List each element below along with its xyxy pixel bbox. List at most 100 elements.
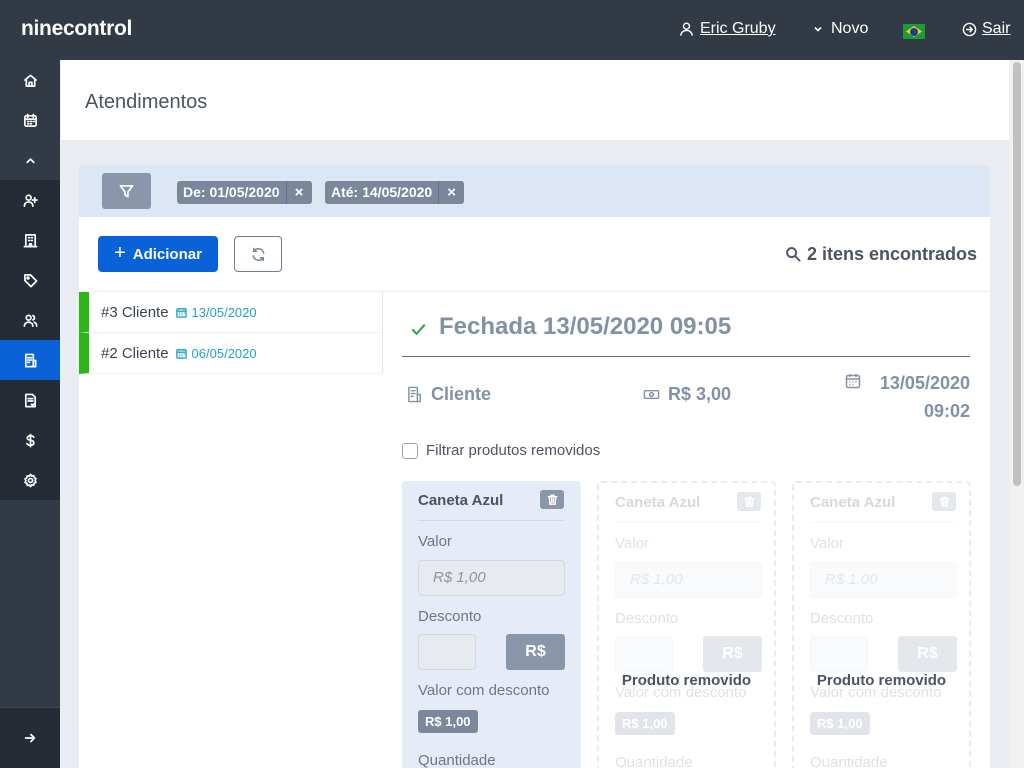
logout-label[interactable]: Sair: [982, 20, 1010, 38]
chevron-down-icon: [814, 26, 822, 32]
delete-product-button[interactable]: [540, 490, 564, 509]
detail-date: 13/05/2020 09:02: [845, 369, 970, 425]
new-label[interactable]: Novo: [831, 20, 868, 38]
discount-field: [615, 636, 673, 672]
product-card-removed: Caneta Azul Valor R$ 1,00 Desconto R$ Va…: [597, 481, 776, 768]
logout-icon: [962, 22, 977, 36]
filter-removed-checkbox[interactable]: [402, 442, 418, 459]
product-name: Caneta Azul: [418, 492, 504, 509]
discount-label: Desconto: [810, 610, 874, 627]
discounted-label: Valor com desconto: [418, 682, 550, 699]
list-item-date-text: 06/05/2020: [191, 345, 257, 361]
value-field[interactable]: R$ 1,00: [418, 560, 565, 596]
calendar-icon: [845, 374, 861, 389]
discounted-value-badge: R$ 1,00: [810, 712, 870, 735]
results-count-text: 2 itens encontrados: [807, 244, 978, 264]
value-label: Valor: [615, 535, 649, 552]
arrow-right-icon: [24, 733, 36, 743]
detail-date-time: 09:02: [923, 401, 970, 421]
remove-filter-button[interactable]: ×: [285, 181, 312, 204]
list-item[interactable]: #3 Cliente 13/05/2020: [79, 292, 382, 333]
value-field: R$ 1,00: [810, 562, 957, 598]
quantity-label: Quantidade: [418, 752, 496, 768]
search-icon: [786, 247, 801, 262]
product-card-removed: Caneta Azul Valor R$ 1,00 Desconto R$ Va…: [792, 481, 971, 768]
list-item-date: 13/05/2020: [175, 304, 257, 320]
document-icon: [24, 393, 36, 407]
filter-removed-toggle[interactable]: Filtrar produtos removidos: [402, 442, 600, 459]
remove-filter-button[interactable]: ×: [438, 181, 464, 204]
filter-removed-label: Filtrar produtos removidos: [426, 442, 601, 459]
detail-header: Fechada 13/05/2020 09:05: [402, 313, 970, 357]
value-label: Valor: [418, 533, 452, 550]
trash-icon: [547, 494, 557, 505]
chevron-up-icon: [25, 157, 35, 163]
sidebar-item-companies[interactable]: [0, 220, 60, 260]
discount-currency-button: R$: [703, 636, 762, 672]
list-item[interactable]: #2 Cliente 06/05/2020: [79, 333, 382, 374]
quantity-label: Quantidade: [615, 754, 693, 768]
user-icon: [680, 22, 693, 36]
product-card: Caneta Azul Valor R$ 1,00 Desconto R$ Va…: [402, 481, 581, 768]
flag-circle: [910, 27, 918, 36]
detail-total: R$ 3,00: [643, 384, 731, 405]
sidebar-item-collapse[interactable]: [0, 140, 60, 180]
sidebar: [0, 60, 60, 768]
sidebar-item-users[interactable]: [0, 300, 60, 340]
brazil-flag-icon[interactable]: [903, 24, 925, 39]
results-count: 2 itens encontrados: [785, 244, 977, 265]
value-label: Valor: [810, 535, 844, 552]
filter-tag-from: De: 01/05/2020 ×: [177, 181, 312, 204]
sidebar-expand-button[interactable]: [0, 707, 60, 768]
discount-label: Desconto: [418, 608, 482, 625]
filter-tag-to: Até: 14/05/2020 ×: [325, 181, 465, 204]
value-field: R$ 1,00: [615, 562, 762, 598]
tag-icon: [23, 273, 37, 287]
discount-field[interactable]: [418, 634, 476, 670]
sidebar-item-finance[interactable]: [0, 420, 60, 460]
discounted-value-badge: R$ 1,00: [418, 710, 478, 733]
logout-link[interactable]: Sair: [962, 20, 1010, 38]
sidebar-item-add-user[interactable]: [0, 180, 60, 220]
check-icon: [411, 324, 426, 335]
scrollbar-thumb[interactable]: [1013, 62, 1021, 486]
detail-date-day: 13/05/2020: [879, 373, 970, 393]
sidebar-item-appointments[interactable]: [0, 340, 60, 380]
product-removed-label: Produto removido: [621, 672, 752, 689]
home-icon: [23, 74, 37, 87]
calendar-icon: [175, 307, 187, 318]
list-item-title: #3 Cliente: [101, 303, 169, 321]
filter-tag-label: Até: 14/05/2020: [331, 184, 433, 200]
trash-icon: [744, 496, 754, 507]
discount-label: Desconto: [615, 610, 679, 627]
user-name[interactable]: Eric Gruby: [700, 20, 776, 38]
discount-currency-button[interactable]: R$: [506, 634, 565, 670]
product-separator: [615, 522, 761, 523]
money-icon: [643, 390, 660, 399]
sidebar-item-home[interactable]: [0, 60, 60, 100]
refresh-button[interactable]: [234, 236, 282, 272]
delete-product-button: [932, 492, 956, 511]
user-plus-icon: [23, 193, 38, 207]
top-bar: ninecontrol Eric Gruby Novo Sair: [0, 0, 1024, 60]
discounted-value-badge: R$ 1,00: [615, 712, 675, 735]
refresh-icon: [252, 247, 264, 261]
detail-client-name: Cliente: [431, 384, 492, 404]
sidebar-item-settings[interactable]: [0, 460, 60, 500]
delete-product-button: [737, 492, 761, 511]
sidebar-item-calendar[interactable]: [0, 100, 60, 140]
add-button[interactable]: + Adicionar: [98, 236, 218, 272]
sidebar-item-tags[interactable]: [0, 260, 60, 300]
product-separator: [810, 522, 956, 523]
filter-button[interactable]: [102, 173, 151, 209]
sidebar-item-documents[interactable]: [0, 380, 60, 420]
list-item-date-text: 13/05/2020: [191, 304, 257, 320]
quantity-label: Quantidade: [810, 754, 888, 768]
new-menu[interactable]: Novo: [813, 20, 868, 38]
detail-total-value: R$ 3,00: [668, 384, 732, 404]
brand-logo: ninecontrol: [21, 17, 133, 40]
calendar-icon: [175, 348, 187, 359]
user-menu[interactable]: Eric Gruby: [679, 20, 776, 38]
page-header: Atendimentos: [61, 60, 1009, 140]
trash-icon: [939, 496, 949, 507]
